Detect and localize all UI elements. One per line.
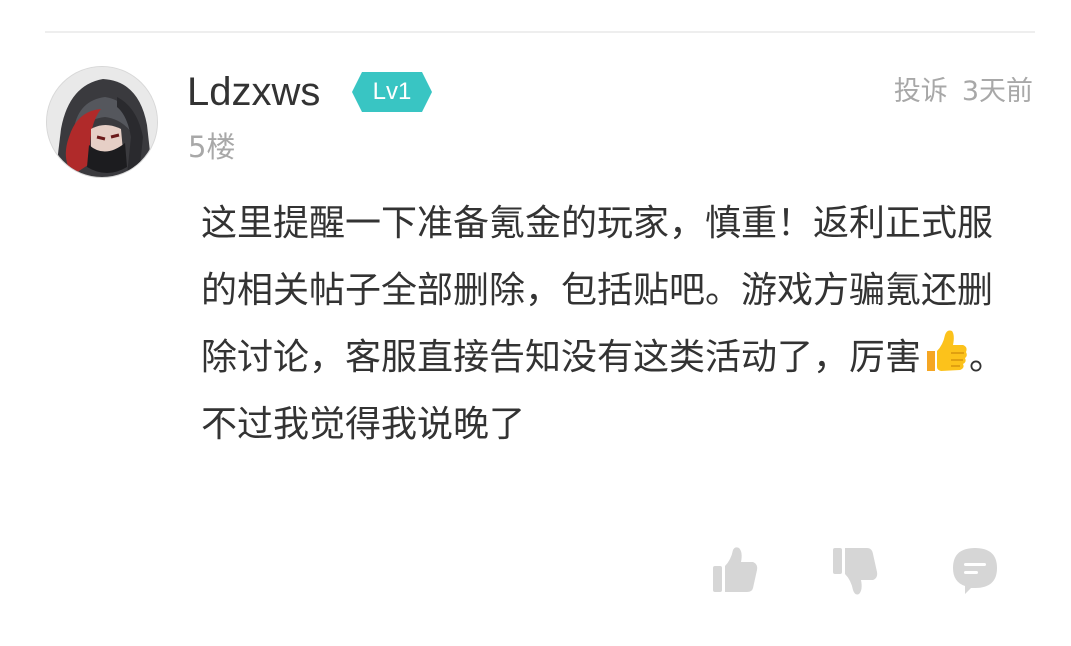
top-divider (45, 31, 1035, 33)
comment-paragraph-2: 不过我觉得我说晚了 (201, 404, 526, 445)
comment-paragraph: 这里提醒一下准备氪金的玩家，慎重！返利正式服的相关帖子全部删除，包括贴吧。游戏方… (201, 190, 1021, 391)
username[interactable]: Ldzxws (187, 68, 320, 116)
comment-body: 这里提醒一下准备氪金的玩家，慎重！返利正式服的相关帖子全部删除，包括贴吧。游戏方… (201, 190, 1021, 458)
level-text: Lv1 (372, 78, 412, 105)
user-avatar[interactable] (46, 66, 158, 178)
comment-bubble-icon[interactable] (951, 546, 999, 596)
thumb-up-icon[interactable] (711, 546, 759, 594)
report-link[interactable]: 投诉 (894, 76, 948, 107)
avatar-image (47, 67, 157, 177)
comment-text-end: 。 (969, 337, 1006, 378)
thumbs-up-emoji-icon (927, 330, 967, 371)
post-time: 3天前 (961, 76, 1033, 107)
comment-text: 这里提醒一下准备氪金的玩家，慎重！返利正式服的相关帖子全部删除，包括贴吧。游戏方… (201, 203, 994, 378)
level-badge: Lv1 (352, 72, 432, 112)
thumb-down-icon[interactable] (831, 546, 879, 598)
comment-meta: 投诉 3天前 (894, 74, 1033, 110)
floor-number: 5楼 (188, 130, 236, 164)
